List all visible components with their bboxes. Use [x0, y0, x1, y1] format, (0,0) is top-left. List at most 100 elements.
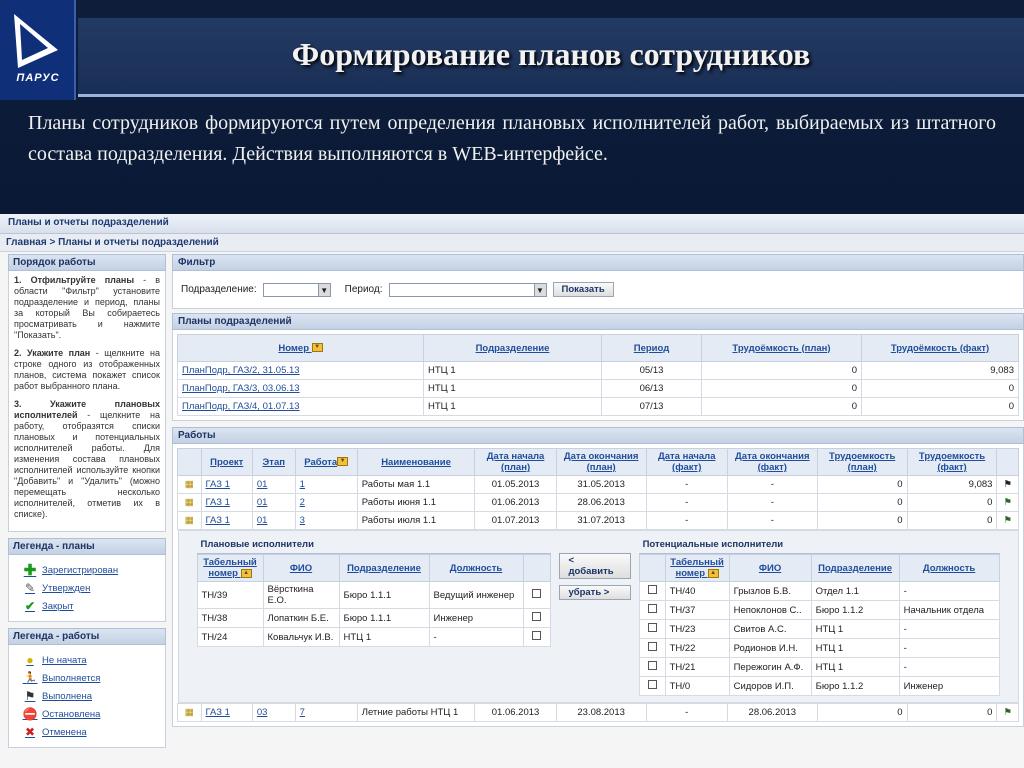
table-row[interactable]: ТН/22 Родионов И.Н. НТЦ 1- — [638, 638, 1000, 658]
col-fio[interactable]: ФИО — [728, 554, 812, 582]
works-header-row: Проект Этап Работа ▼ Наименование Дата на… — [177, 448, 1019, 476]
table-row[interactable]: ТН/40 Грызлов Б.В. Отдел 1.1- — [638, 581, 1000, 601]
work-stage[interactable]: 01 — [251, 493, 296, 512]
col-labor-fact[interactable]: Трудоёмкость (факт) — [861, 334, 1019, 362]
col-work[interactable]: Работа ▼ — [294, 448, 358, 476]
col-fio[interactable]: ФИО — [262, 554, 340, 582]
table-row[interactable]: ▦ ГАЗ 1 03 7 Летние работы НТЦ 1 01.06.2… — [177, 703, 1019, 722]
plans-title: Планы подразделений — [172, 313, 1024, 330]
col-end-fact[interactable]: Дата окончания (факт) — [726, 448, 818, 476]
work-labor-fact: 0 — [906, 493, 998, 512]
col-tab-number[interactable]: Табельный номер ▲ — [664, 554, 730, 582]
select-checkbox[interactable] — [522, 608, 552, 628]
table-row[interactable]: ▦ ГАЗ 1 01 3 Работы июля 1.1 01.07.2013 … — [177, 511, 1019, 530]
table-row[interactable]: ТН/21 Пережогин А.Ф. НТЦ 1- — [638, 657, 1000, 677]
col-labor-fact[interactable]: Трудоемкость (факт) — [906, 448, 998, 476]
col-tab-number[interactable]: Табельный номер ▲ — [196, 554, 264, 582]
legend-plan-registered[interactable]: ✚ Зарегистрирован — [23, 561, 157, 579]
select-checkbox[interactable] — [638, 676, 666, 696]
table-row[interactable]: ПланПодр, ГАЗ/2, 31.05.13 НТЦ 1 05/13 0 … — [177, 361, 1019, 380]
select-checkbox[interactable] — [638, 581, 666, 601]
table-row[interactable]: ТН/24 Ковальчук И.В. НТЦ 1- — [196, 627, 552, 647]
works-panel: Проект Этап Работа ▼ Наименование Дата на… — [172, 444, 1024, 727]
legend-plan-approved[interactable]: ✎ Утвержден — [23, 579, 157, 597]
work-stage[interactable]: 01 — [251, 511, 296, 530]
select-checkbox[interactable] — [638, 657, 666, 677]
checkbox[interactable] — [532, 589, 542, 598]
work-number[interactable]: 1 — [294, 475, 358, 494]
col-position[interactable]: Должность — [428, 554, 524, 582]
breadcrumb-home[interactable]: Главная — [6, 237, 47, 248]
work-project[interactable]: ГАЗ 1 — [200, 703, 253, 722]
table-row[interactable]: ТН/0 Сидоров И.П. Бюро 1.1.2 Инженер — [638, 676, 1000, 696]
work-start-plan: 01.07.2013 — [474, 511, 557, 530]
select-checkbox[interactable] — [638, 619, 666, 639]
table-row[interactable]: ▦ ГАЗ 1 01 1 Работы мая 1.1 01.05.2013 3… — [177, 475, 1019, 494]
select-checkbox[interactable] — [522, 581, 552, 609]
work-stage[interactable]: 01 — [251, 475, 296, 494]
help-step-3-text: - щелкните на работу, отобразятся списки… — [14, 410, 160, 519]
work-number[interactable]: 3 — [294, 511, 358, 530]
table-row[interactable]: ПланПодр, ГАЗ/4, 01.07.13 НТЦ 1 07/13 0 … — [177, 397, 1019, 416]
select-checkbox[interactable] — [522, 627, 552, 647]
col-division[interactable]: Подразделение — [338, 554, 430, 582]
work-stage[interactable]: 03 — [251, 703, 296, 722]
remove-button[interactable]: убрать > — [559, 585, 631, 600]
help-step-1: 1. Отфильтруйте планы - в области "Фильт… — [14, 275, 160, 341]
legend-work-in-progress[interactable]: 🏃 Выполняется — [23, 669, 157, 687]
period-select[interactable]: ▼ — [388, 282, 547, 297]
col-stage[interactable]: Этап — [251, 448, 296, 476]
legend-work-cancelled[interactable]: ✖ Отменена — [23, 723, 157, 741]
work-project[interactable]: ГАЗ 1 — [200, 511, 253, 530]
table-row[interactable]: ПланПодр, ГАЗ/3, 03.06.13 НТЦ 1 06/13 0 … — [177, 379, 1019, 398]
col-project[interactable]: Проект — [200, 448, 253, 476]
col-name[interactable]: Наименование — [356, 448, 476, 476]
col-start-fact[interactable]: Дата начала (факт) — [645, 448, 728, 476]
col-division[interactable]: Подразделение — [423, 334, 602, 362]
plan-number[interactable]: ПланПодр, ГАЗ/3, 03.06.13 — [177, 379, 424, 398]
legend-work-stopped[interactable]: ⛔ Остановлена — [23, 705, 157, 723]
plan-number[interactable]: ПланПодр, ГАЗ/4, 01.07.13 — [177, 397, 424, 416]
checkbox[interactable] — [647, 585, 657, 594]
table-row[interactable]: ▦ ГАЗ 1 01 2 Работы июня 1.1 01.06.2013 … — [177, 493, 1019, 512]
plan-number[interactable]: ПланПодр, ГАЗ/2, 31.05.13 — [177, 361, 424, 380]
division-select[interactable]: ▼ — [262, 282, 331, 297]
work-labor-plan: 0 — [816, 703, 908, 722]
legend-label: Утвержден — [42, 582, 91, 594]
select-checkbox[interactable] — [638, 600, 666, 620]
col-position[interactable]: Должность — [898, 554, 1000, 582]
show-button[interactable]: Показать — [552, 282, 614, 297]
checkbox[interactable] — [647, 680, 657, 689]
checkbox[interactable] — [532, 612, 542, 621]
col-start-plan[interactable]: Дата начала (план) — [474, 448, 557, 476]
legend-plan-closed[interactable]: ✔ Закрыт — [23, 597, 157, 615]
legend-work-done[interactable]: ⚑ Выполнена — [23, 687, 157, 705]
checkbox[interactable] — [647, 604, 657, 613]
add-button[interactable]: < добавить — [559, 553, 631, 579]
col-number[interactable]: Номер ▼ — [177, 334, 424, 362]
work-project[interactable]: ГАЗ 1 — [200, 475, 253, 494]
col-end-plan[interactable]: Дата окончания (план) — [555, 448, 647, 476]
work-end-plan: 31.07.2013 — [555, 511, 647, 530]
table-row[interactable]: ТН/39 Вёрсткина Е.О. Бюро 1.1.1 Ведущий инж… — [196, 581, 552, 609]
checkbox[interactable] — [647, 623, 657, 632]
work-number[interactable]: 7 — [294, 703, 358, 722]
table-row[interactable]: ТН/38 Лопаткин Б.Е. Бюро 1.1.1 Инженер — [196, 608, 552, 628]
work-number[interactable]: 2 — [294, 493, 358, 512]
table-row[interactable]: ТН/37 Непоклонов С.. Бюро 1.1.2 Начальник о… — [638, 600, 1000, 620]
select-checkbox[interactable] — [638, 638, 666, 658]
checkbox[interactable] — [647, 661, 657, 670]
finish-flag-icon: ⚑ — [24, 689, 36, 703]
checkbox[interactable] — [647, 642, 657, 651]
work-project[interactable]: ГАЗ 1 — [200, 493, 253, 512]
col-labor-plan[interactable]: Трудоемкость (план) — [816, 448, 908, 476]
col-labor-plan[interactable]: Трудоёмкость (план) — [701, 334, 862, 362]
col-division[interactable]: Подразделение — [810, 554, 900, 582]
table-row[interactable]: ТН/23 Свитов А.С. НТЦ 1- — [638, 619, 1000, 639]
col-period[interactable]: Период — [601, 334, 702, 362]
work-start-plan: 01.06.2013 — [474, 493, 557, 512]
legend-work-not-started[interactable]: ● Не начата — [23, 651, 157, 669]
checkbox[interactable] — [532, 631, 542, 640]
running-icon: 🏃 — [22, 671, 38, 685]
works-table: Проект Этап Работа ▼ Наименование Дата на… — [177, 448, 1019, 722]
